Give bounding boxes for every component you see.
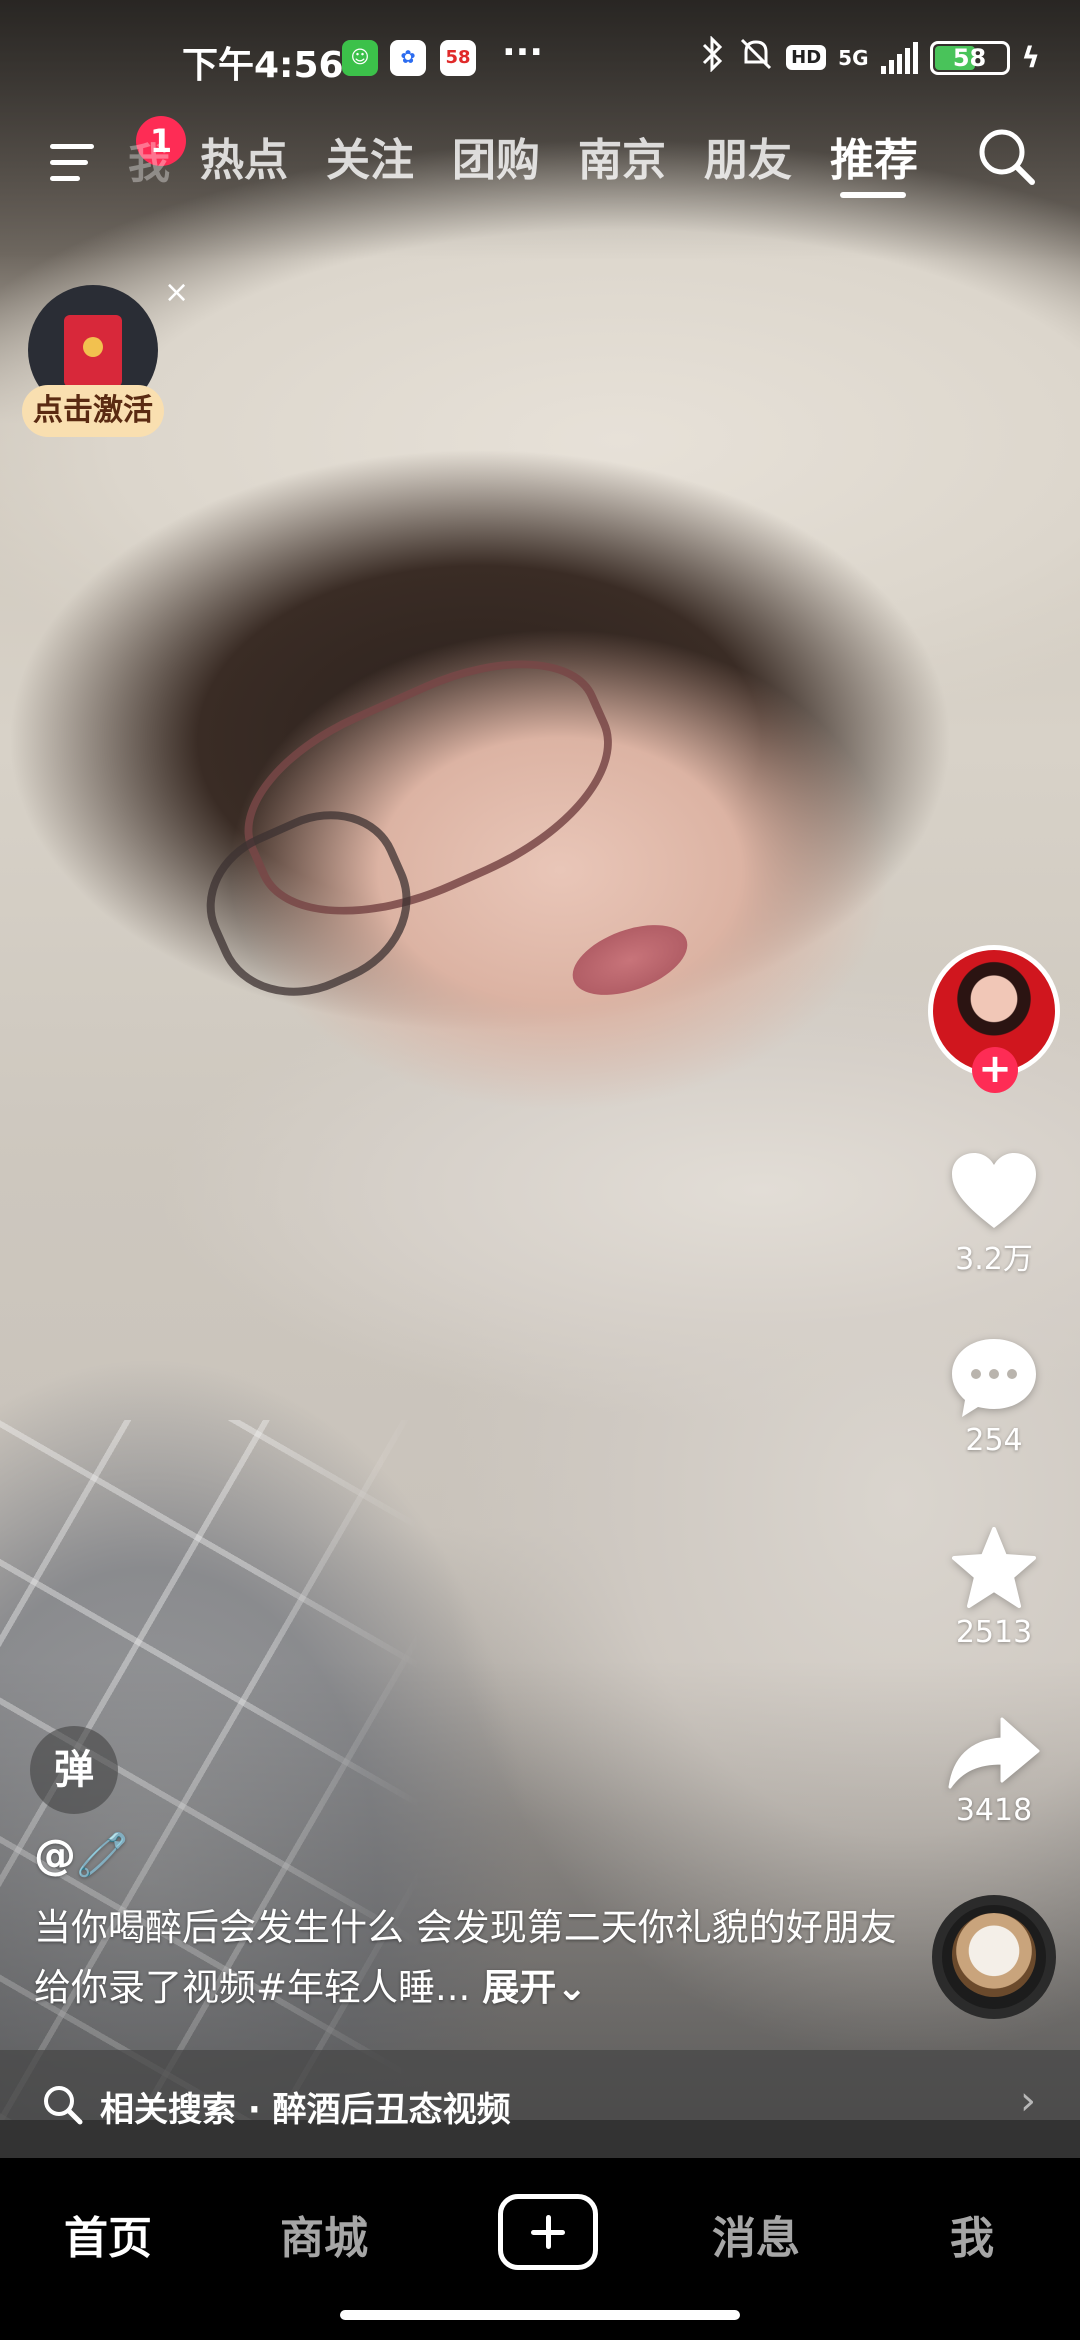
status-time: 下午4:56 — [182, 45, 344, 86]
battery-level: 58 — [952, 43, 987, 72]
share-count: 3418 — [955, 1793, 1033, 1828]
more-notifications-icon: ··· — [502, 32, 544, 73]
mute-bell-icon — [738, 36, 774, 79]
battery-icon: 58 — [929, 40, 1010, 75]
app-screen: 下午4:56 ☺ ✿ 58 ··· HD 5G 58 ϟ 1 我 热点 关注 团… — [0, 0, 1080, 2340]
related-search-bar[interactable]: 相关搜索 · 醉酒后丑态视频 › — [0, 2050, 1080, 2158]
comment-bubble-icon — [952, 1339, 1036, 1417]
red-packet-activate-label[interactable]: 点击激活 — [22, 385, 164, 437]
tab-following[interactable]: 关注 — [326, 124, 414, 188]
music-cover-image — [952, 1913, 1036, 1997]
favorite-count: 2513 — [955, 1615, 1033, 1650]
related-search-label: 相关搜索 · 醉酒后丑态视频 — [100, 2090, 511, 2130]
home-indicator[interactable] — [340, 2310, 740, 2320]
creator-avatar-button[interactable]: + — [928, 945, 1060, 1095]
favorite-button[interactable]: 2513 — [938, 1525, 1050, 1650]
create-post-button[interactable] — [498, 2194, 598, 2270]
top-navigation: 1 我 热点 关注 团购 南京 朋友 推荐 — [0, 110, 1080, 210]
expand-caption-button[interactable]: 展开⌄ — [482, 1966, 587, 2009]
tab-partial-hidden[interactable]: 我 — [128, 130, 170, 191]
heart-icon — [952, 1153, 1036, 1228]
status-bar: 下午4:56 ☺ ✿ 58 ··· HD 5G 58 ϟ — [0, 30, 1080, 90]
status-indicators: HD 5G 58 ϟ — [700, 35, 1040, 79]
tab-hot[interactable]: 热点 — [200, 124, 288, 188]
tab-messages[interactable]: 消息 — [712, 2202, 800, 2266]
search-icon — [40, 2082, 84, 2135]
tab-home[interactable]: 首页 — [64, 2202, 152, 2266]
menu-button[interactable]: 1 — [46, 116, 186, 190]
follow-button[interactable]: + — [972, 1047, 1018, 1093]
notification-app-icon: ☺ — [342, 40, 378, 76]
caption-text: 当你喝醉后会发生什么 会发现第二天你礼貌的好朋友给你录了视频#年轻人睡... — [34, 1906, 897, 2009]
search-icon — [979, 129, 1035, 185]
network-label: 5G — [838, 45, 869, 70]
chevron-right-icon: › — [1020, 2078, 1036, 2124]
video-frame-detail — [563, 911, 697, 1009]
close-icon[interactable]: × — [164, 275, 189, 310]
red-packet-widget[interactable]: × 点击激活 — [22, 275, 189, 445]
tab-nanjing[interactable]: 南京 — [578, 124, 666, 188]
like-button[interactable]: 3.2万 — [938, 1150, 1050, 1278]
notification-app-icon: 58 — [440, 40, 476, 76]
bottom-tab-bar: 首页 商城 消息 我 — [0, 2160, 1080, 2340]
comment-button[interactable]: 254 — [938, 1335, 1050, 1458]
music-disc-button[interactable] — [932, 1895, 1056, 2019]
hd-call-badge: HD — [786, 45, 827, 70]
signal-strength-icon — [880, 41, 918, 74]
share-arrow-icon — [948, 1717, 1040, 1789]
tab-friends[interactable]: 朋友 — [704, 124, 792, 188]
tab-recommended[interactable]: 推荐 — [830, 124, 918, 188]
like-count: 3.2万 — [955, 1242, 1033, 1277]
notification-app-icon: ✿ — [390, 40, 426, 76]
tab-me[interactable]: 我 — [950, 2202, 994, 2266]
video-caption[interactable]: 当你喝醉后会发生什么 会发现第二天你礼貌的好朋友给你录了视频#年轻人睡... 展开… — [34, 1898, 914, 2018]
star-icon — [952, 1527, 1036, 1608]
bluetooth-icon — [700, 35, 726, 79]
author-handle[interactable]: @🧷 — [34, 1830, 128, 1880]
tab-group-buy[interactable]: 团购 — [452, 124, 540, 188]
red-envelope-icon — [64, 315, 122, 387]
danmaku-toggle-button[interactable]: 弹 — [30, 1726, 118, 1814]
share-button[interactable]: 3418 — [938, 1715, 1050, 1828]
charging-icon: ϟ — [1021, 41, 1040, 74]
comment-count: 254 — [965, 1423, 1023, 1458]
tab-mall[interactable]: 商城 — [280, 2202, 368, 2266]
active-tab-indicator — [840, 192, 906, 198]
search-button[interactable] — [972, 122, 1042, 192]
